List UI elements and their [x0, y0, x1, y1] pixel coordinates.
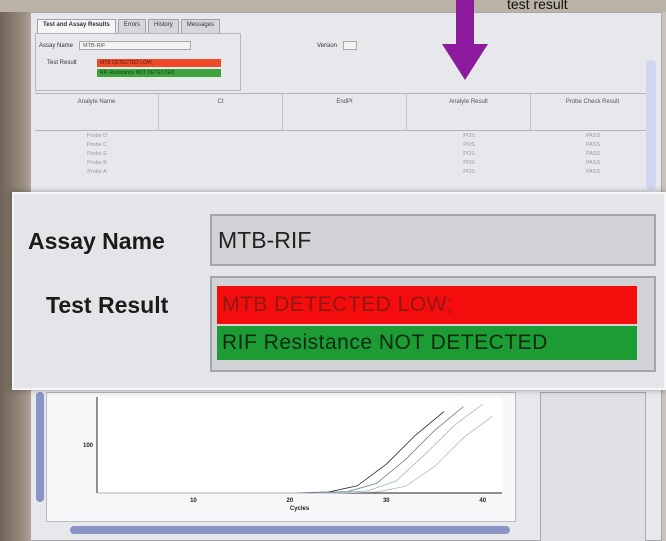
chart-svg: 10 20 30 40 100 Cycles — [83, 397, 502, 512]
mini-version-label: Version — [317, 42, 338, 49]
x-tick-label: 30 — [383, 498, 390, 504]
table-row[interactable]: Probe C POS PASS — [35, 142, 655, 151]
column-header[interactable]: Analyte Result — [407, 94, 531, 130]
mini-result: MTB DETECTED LOW; RIF Resistance NOT DET… — [97, 59, 221, 77]
chart-vertical-scrollbar[interactable] — [36, 392, 44, 502]
arrow-shape — [442, 0, 488, 80]
tab-bar: Test and Assay Results Errors History Me… — [37, 19, 221, 33]
table-row[interactable]: Probe E POS PASS — [35, 151, 655, 160]
table-row[interactable]: Probe D POS PASS — [35, 133, 655, 142]
mini-result-mtb: MTB DETECTED LOW; — [97, 59, 221, 67]
mini-assay-field: MTB-RIF — [79, 41, 192, 50]
tab-messages[interactable]: Messages — [180, 19, 221, 33]
chart-side-panel — [540, 392, 646, 541]
result-mtb-detected: MTB DETECTED LOW; — [217, 286, 637, 324]
x-tick-label: 10 — [190, 498, 197, 504]
table-row[interactable]: Probe B POS PASS — [35, 160, 655, 169]
y-tick-label: 100 — [83, 443, 94, 449]
down-arrow-icon — [442, 0, 488, 80]
mini-version-field — [343, 41, 358, 50]
annotation-text: test result — [507, 0, 568, 12]
mini-assay-row: Assay Name MTB-RIF — [39, 41, 192, 50]
mini-assay-label: Assay Name — [39, 42, 74, 49]
tab-history[interactable]: History — [148, 19, 179, 33]
tab-errors[interactable]: Errors — [117, 19, 147, 33]
mini-test-result-row: Test Result — [47, 60, 77, 66]
amplification-chart: 10 20 30 40 100 Cycles — [46, 392, 516, 522]
chart-horizontal-scrollbar[interactable] — [70, 526, 510, 534]
column-header[interactable]: Analyte Name — [35, 94, 159, 130]
column-header[interactable]: EndPt — [283, 94, 407, 130]
x-tick-label: 40 — [479, 498, 486, 504]
column-header[interactable]: Ct — [159, 94, 283, 130]
result-callout: Assay Name MTB-RIF Test Result MTB DETEC… — [12, 192, 666, 390]
test-result-label: Test Result — [46, 292, 169, 318]
result-rif-not-detected: RIF Resistance NOT DETECTED — [217, 326, 637, 360]
test-result-box: MTB DETECTED LOW; RIF Resistance NOT DET… — [210, 276, 656, 372]
analyte-table-header: Analyte Name Ct EndPt Analyte Result Pro… — [35, 93, 655, 131]
mini-result-rif: RIF Resistance NOT DETECTED — [97, 69, 221, 77]
table-scrollbar[interactable] — [646, 60, 656, 190]
assay-name-label: Assay Name — [28, 228, 165, 254]
mini-version-row: Version — [317, 41, 358, 50]
x-axis-label: Cycles — [290, 506, 310, 512]
analyte-table-body: Probe D POS PASS Probe C POS PASS Probe E POS… — [35, 133, 655, 178]
plot-area — [97, 397, 502, 493]
table-row[interactable]: Probe A POS PASS — [35, 169, 655, 178]
column-header[interactable]: Probe Check Result — [531, 94, 655, 130]
x-tick-label: 20 — [287, 498, 294, 504]
mini-test-result-label: Test Result — [47, 60, 77, 66]
assay-name-field: MTB-RIF — [210, 214, 656, 266]
tab-test-and-assay-results[interactable]: Test and Assay Results — [37, 19, 116, 33]
